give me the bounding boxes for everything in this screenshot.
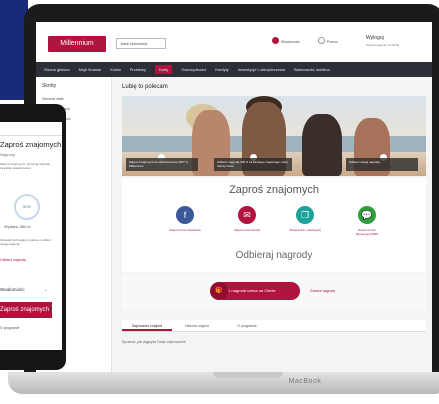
- reward-button[interactable]: 🎁 1 nagroda czeka na Ciebie: [210, 282, 300, 300]
- laptop-base: [8, 372, 439, 394]
- account-select[interactable]: Jakub Malinowski: [116, 38, 166, 49]
- page-title: Lubię to polecam: [122, 84, 168, 90]
- nav-item[interactable]: Kredyty: [215, 67, 229, 72]
- nav-item[interactable]: Inwestycje i ubezpieczenia: [238, 67, 285, 72]
- invite-label[interactable]: Zaproś przez Facebook: [165, 228, 205, 232]
- tab-content: Sprawdź, jak wygląda Twoje zaproszenie: [122, 340, 186, 344]
- hero-caption: Zaproś znajomych do otwarcia konta 360° …: [126, 158, 198, 171]
- promo-screenshot: MacBook Millennium Jakub Malinowski Wiad…: [0, 0, 439, 404]
- main-nav: Strona główna Moje finanse Konta Przelew…: [36, 62, 432, 77]
- invite-label[interactable]: Zaproś przez Email: [227, 228, 267, 232]
- email-icon[interactable]: ✉: [238, 206, 256, 224]
- reward-button-label: nagroda czeka na Ciebie: [231, 288, 276, 293]
- help-icon[interactable]: [318, 37, 325, 44]
- invite-label[interactable]: Skopiuj link i udostępnij: [285, 228, 325, 232]
- chat-icon[interactable]: 💬: [358, 206, 376, 224]
- phone-header: [0, 122, 62, 136]
- phone-reward-link[interactable]: Odbierz nagrodę: [0, 258, 26, 262]
- gift-icon: 🎁: [210, 282, 228, 300]
- nav-item[interactable]: Moje finanse: [79, 67, 102, 72]
- hero-banner: Zaproś znajomych do otwarcia konta 360° …: [122, 96, 426, 176]
- progress-ring: 50%: [14, 194, 40, 220]
- phone-footer-link[interactable]: O programie: [0, 326, 19, 330]
- device-label: MacBook: [288, 378, 322, 385]
- bank-logo[interactable]: Millennium: [48, 36, 106, 52]
- hero-caption: Odbierz nagrodę 100 zł za każdego znajom…: [214, 158, 292, 171]
- session-timer: Sesja wygaśnie za 09:59: [366, 43, 400, 47]
- nav-item[interactable]: Strona główna: [44, 67, 70, 72]
- person-figure: [302, 114, 342, 176]
- phone-invite-button[interactable]: Zaproś znajomych: [0, 302, 52, 318]
- rewards-link[interactable]: Zobacz nagrody: [310, 289, 335, 293]
- nav-item[interactable]: Przelewy: [130, 67, 146, 72]
- nav-item[interactable]: Konta: [110, 67, 120, 72]
- nav-item[interactable]: Oszczędności: [181, 67, 206, 72]
- reward-section: 🎁 1 nagroda czeka na Ciebie Zobacz nagro…: [122, 274, 426, 310]
- sidebar-item[interactable]: Zlecenia stałe: [42, 97, 64, 101]
- laptop-screen: Millennium Jakub Malinowski Wiadomości P…: [36, 22, 432, 372]
- reward-title: Odbieraj nagrody: [235, 250, 313, 261]
- phone-screen: Zaproś znajomych Nagrody Zaproś znajomyc…: [0, 122, 62, 350]
- phone-title: Zaproś znajomych: [0, 140, 62, 149]
- invite-title: Zaproś znajomych: [229, 184, 319, 196]
- messages-link[interactable]: Wiadomości: [281, 40, 300, 44]
- phone-earned: Wydano 360 zł: [4, 224, 31, 229]
- nav-item-active[interactable]: Karty: [154, 65, 173, 74]
- facebook-icon[interactable]: f: [176, 206, 194, 224]
- phone-section[interactable]: Wiadomości: [0, 287, 25, 292]
- tab-invited[interactable]: Zaproszeni znajomi: [122, 320, 172, 331]
- logout-button[interactable]: Wyloguj: [366, 35, 384, 41]
- nav-item[interactable]: Bankowość mobilna: [294, 67, 330, 72]
- phone-text: Sprawdź szczegóły programu i odbierz swo…: [0, 238, 52, 246]
- help-link[interactable]: Pomoc: [327, 40, 338, 44]
- tab-about[interactable]: O programie: [222, 320, 272, 331]
- tab-history[interactable]: Historia nagród: [172, 320, 222, 331]
- reward-count: 1: [228, 288, 231, 293]
- chevron-down-icon[interactable]: ⌄: [44, 287, 48, 293]
- messages-icon[interactable]: [272, 37, 279, 44]
- tab-bar: Zaproszeni znajomi Historia nagród O pro…: [122, 320, 426, 332]
- hero-caption: Odbierz swoją nagrodę: [346, 158, 418, 171]
- invite-label[interactable]: Zaproś przez Messenger/SMS: [347, 228, 387, 236]
- invite-section: Zaproś znajomych f Zaproś przez Facebook…: [122, 178, 426, 272]
- site-header: Millennium Jakub Malinowski Wiadomości P…: [36, 22, 432, 62]
- phone-text: Zaproś znajomych i otrzymaj nagrodę za k…: [0, 162, 51, 170]
- phone-subtitle: Nagrody: [0, 152, 16, 157]
- copy-link-icon[interactable]: ❐: [296, 206, 314, 224]
- sidebar-title: Skróty: [42, 83, 57, 89]
